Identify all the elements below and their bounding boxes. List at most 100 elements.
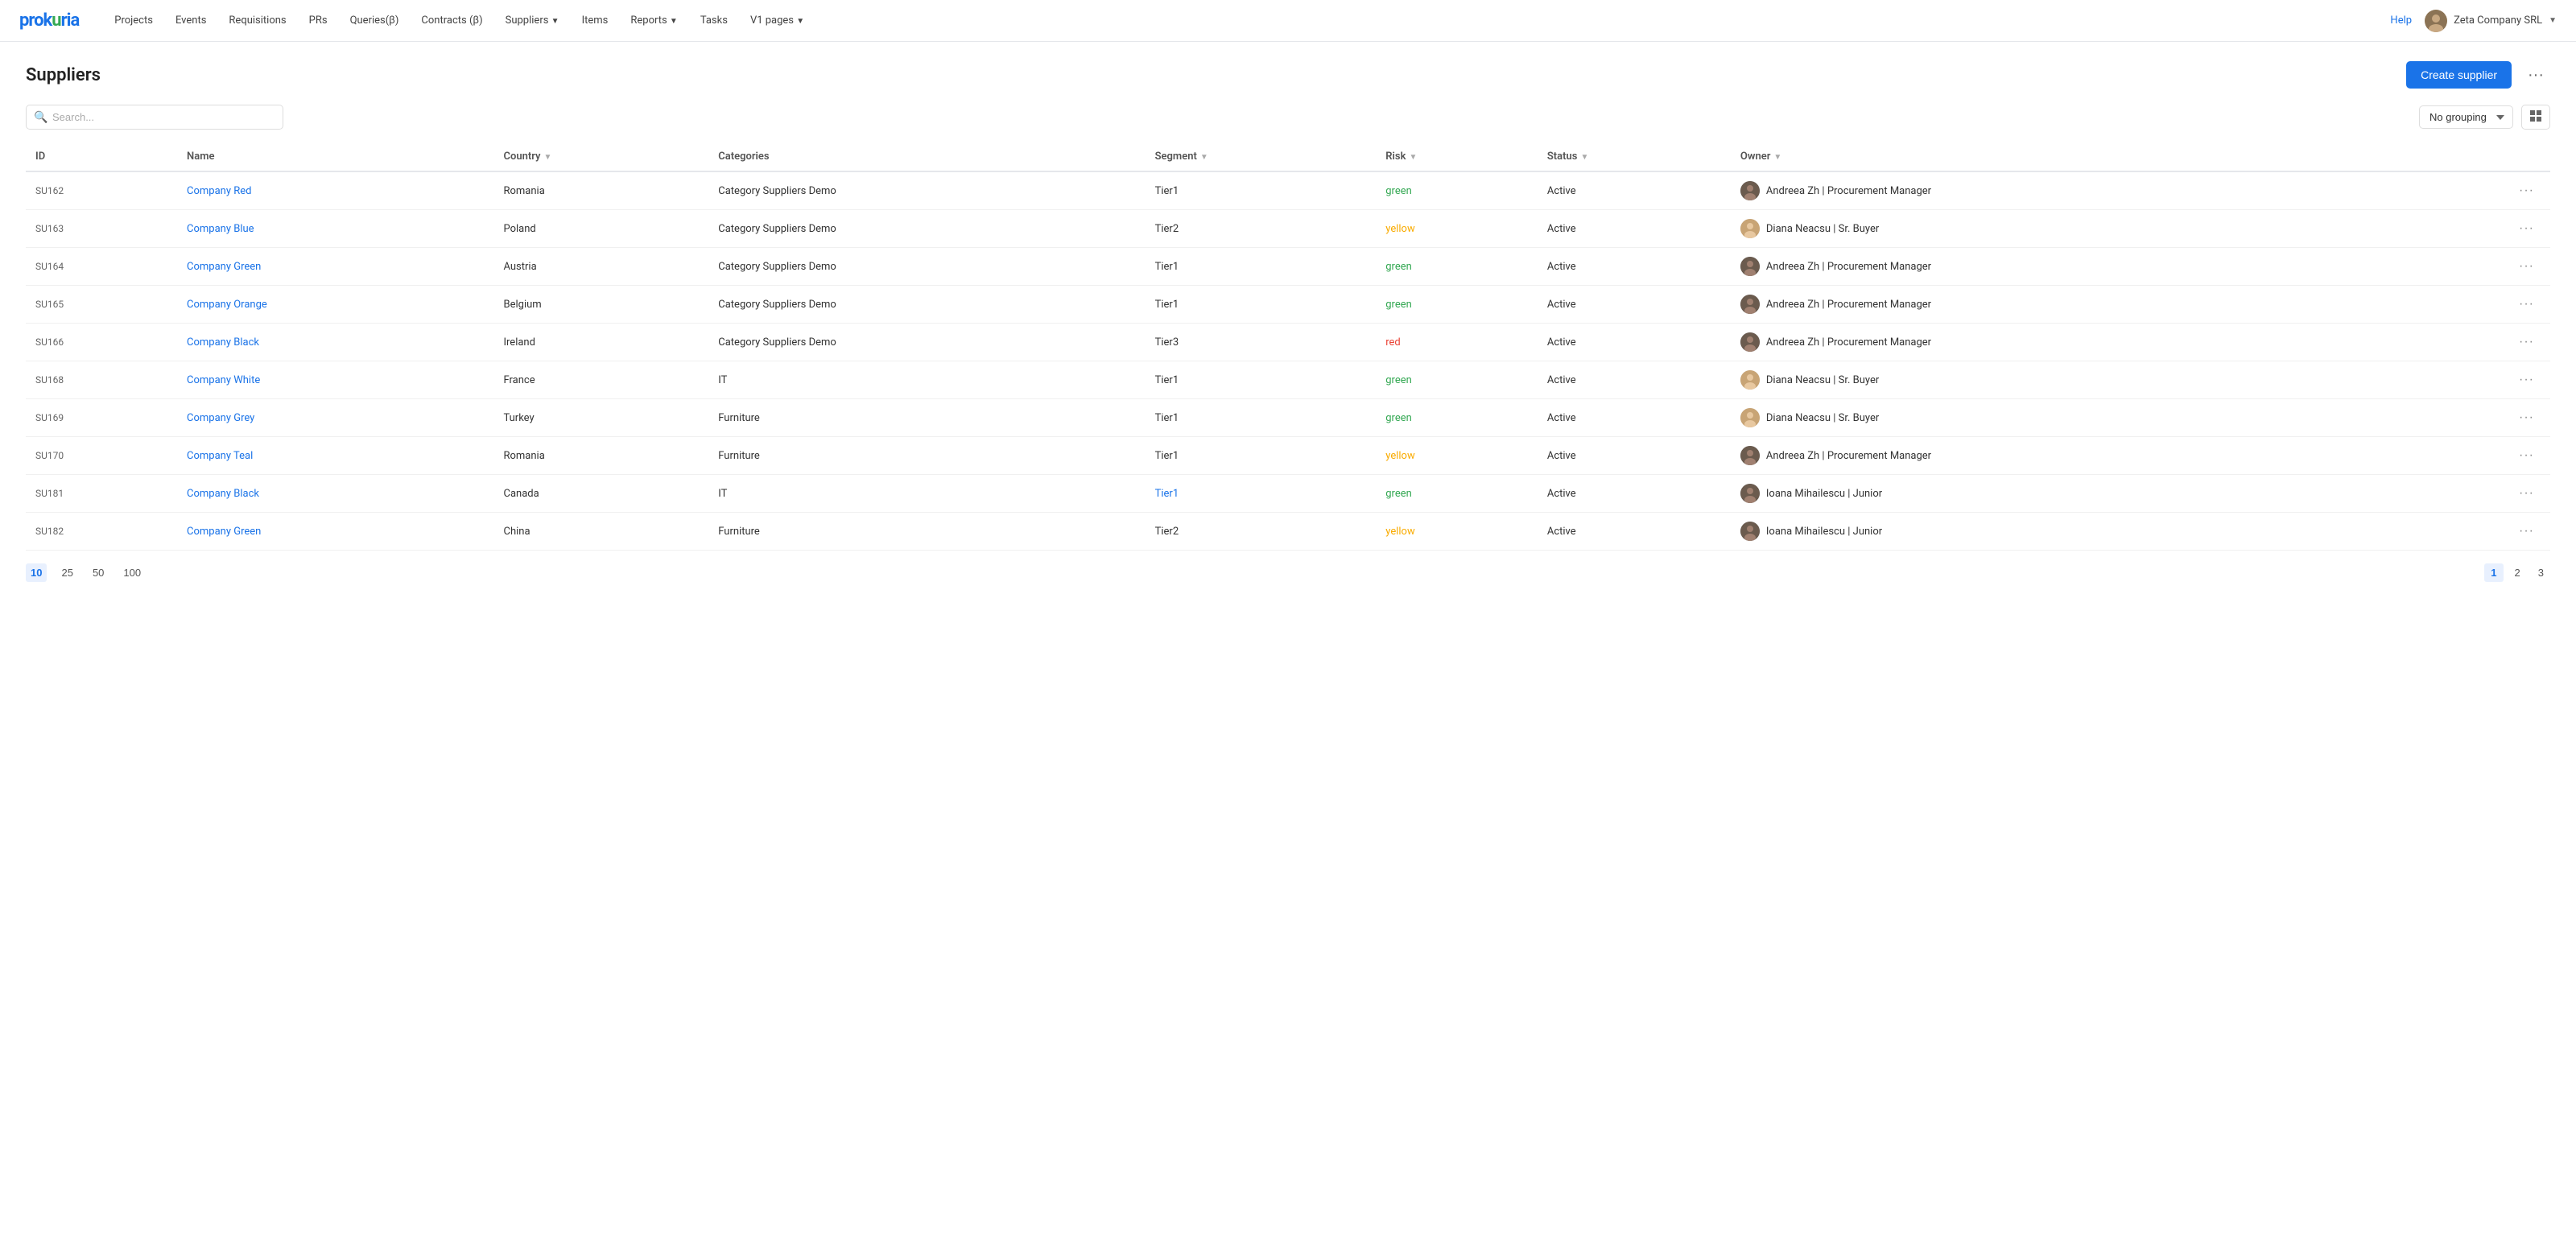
cell-name[interactable]: Company Orange — [177, 286, 493, 324]
segment-link[interactable]: Tier1 — [1155, 488, 1179, 500]
cell-name[interactable]: Company Black — [177, 324, 493, 361]
table-header: IDNameCountry▼CategoriesSegment▼Risk▼Sta… — [26, 142, 2550, 171]
owner-name: Andreea Zh | Procurement Manager — [1766, 299, 1931, 311]
filter-icon-country[interactable]: ▼ — [543, 153, 551, 162]
col-header-categories: Categories — [708, 142, 1145, 171]
toolbar-right: No groupingBy CountryBy SegmentBy Status — [2419, 105, 2550, 130]
filter-icon-owner[interactable]: ▼ — [1773, 153, 1781, 162]
cell-owner: Diana Neacsu | Sr. Buyer — [1731, 210, 2400, 248]
cell-name[interactable]: Company Blue — [177, 210, 493, 248]
row-menu-button[interactable]: ··· — [2512, 218, 2541, 239]
supplier-name-link[interactable]: Company White — [187, 374, 260, 386]
cell-actions[interactable]: ··· — [2399, 210, 2550, 248]
filter-icon-risk[interactable]: ▼ — [1409, 153, 1417, 162]
col-header-country[interactable]: Country▼ — [493, 142, 708, 171]
row-menu-button[interactable]: ··· — [2512, 180, 2541, 201]
page-2-button[interactable]: 2 — [2508, 563, 2527, 582]
cell-segment[interactable]: Tier1 — [1146, 475, 1377, 513]
supplier-name-link[interactable]: Company Green — [187, 526, 261, 538]
cell-id: SU164 — [26, 248, 177, 286]
cell-actions[interactable]: ··· — [2399, 248, 2550, 286]
dropdown-arrow-icon: ▼ — [551, 17, 559, 26]
page-size-50-button[interactable]: 50 — [88, 563, 109, 582]
owner-name: Ioana Mihailescu | Junior — [1766, 488, 1882, 500]
cell-actions[interactable]: ··· — [2399, 399, 2550, 437]
nav-link-events[interactable]: Events — [166, 10, 216, 31]
page-1-button[interactable]: 1 — [2484, 563, 2503, 582]
grouping-select[interactable]: No groupingBy CountryBy SegmentBy Status — [2419, 105, 2513, 129]
cell-actions[interactable]: ··· — [2399, 171, 2550, 210]
page-size-10-button[interactable]: 10 — [26, 563, 47, 582]
cell-name[interactable]: Company Black — [177, 475, 493, 513]
search-input[interactable] — [26, 105, 283, 130]
nav-link-prs[interactable]: PRs — [299, 10, 337, 31]
cell-actions[interactable]: ··· — [2399, 324, 2550, 361]
owner-cell: Ioana Mihailescu | Junior — [1740, 484, 2390, 503]
nav-link-projects[interactable]: Projects — [105, 10, 163, 31]
cell-name[interactable]: Company Grey — [177, 399, 493, 437]
row-menu-button[interactable]: ··· — [2512, 369, 2541, 390]
row-menu-button[interactable]: ··· — [2512, 483, 2541, 504]
cell-categories: Category Suppliers Demo — [708, 324, 1145, 361]
page-size-100-button[interactable]: 100 — [118, 563, 146, 582]
more-options-button[interactable]: ··· — [2521, 63, 2550, 88]
row-menu-button[interactable]: ··· — [2512, 256, 2541, 277]
col-label-country: Country — [503, 151, 540, 163]
filter-icon-status[interactable]: ▼ — [1580, 153, 1588, 162]
cell-name[interactable]: Company Red — [177, 171, 493, 210]
supplier-name-link[interactable]: Company Black — [187, 336, 259, 349]
supplier-name-link[interactable]: Company Blue — [187, 223, 254, 235]
supplier-name-link[interactable]: Company Orange — [187, 299, 267, 311]
nav-link-contracts[interactable]: Contracts (β) — [411, 10, 492, 31]
user-name: Zeta Company SRL — [2454, 14, 2542, 27]
cell-actions[interactable]: ··· — [2399, 513, 2550, 551]
owner-cell: Diana Neacsu | Sr. Buyer — [1740, 408, 2390, 427]
cell-categories: Category Suppliers Demo — [708, 286, 1145, 324]
cell-name[interactable]: Company Teal — [177, 437, 493, 475]
supplier-name-link[interactable]: Company Grey — [187, 412, 254, 424]
nav-link-tasks[interactable]: Tasks — [691, 10, 737, 31]
nav-link-items[interactable]: Items — [572, 10, 618, 31]
cell-actions[interactable]: ··· — [2399, 361, 2550, 399]
page-title: Suppliers — [26, 65, 101, 85]
owner-cell: Diana Neacsu | Sr. Buyer — [1740, 219, 2390, 238]
logo[interactable]: prokuria — [19, 10, 79, 31]
user-profile[interactable]: Zeta Company SRL ▼ — [2425, 10, 2557, 32]
cell-actions[interactable]: ··· — [2399, 437, 2550, 475]
owner-name: Ioana Mihailescu | Junior — [1766, 526, 1882, 538]
nav-link-reports[interactable]: Reports ▼ — [621, 10, 687, 31]
row-menu-button[interactable]: ··· — [2512, 521, 2541, 542]
supplier-name-link[interactable]: Company Red — [187, 185, 251, 197]
row-menu-button[interactable]: ··· — [2512, 445, 2541, 466]
page-size-25-button[interactable]: 25 — [56, 563, 77, 582]
grid-view-button[interactable] — [2521, 105, 2550, 130]
row-menu-button[interactable]: ··· — [2512, 407, 2541, 428]
cell-segment: Tier2 — [1146, 210, 1377, 248]
nav-link-queries[interactable]: Queries(β) — [341, 10, 409, 31]
nav-link-v1pages[interactable]: V1 pages ▼ — [741, 10, 814, 31]
filter-icon-segment[interactable]: ▼ — [1200, 153, 1208, 162]
col-label-id: ID — [35, 151, 45, 163]
row-menu-button[interactable]: ··· — [2512, 294, 2541, 315]
supplier-name-link[interactable]: Company Green — [187, 261, 261, 273]
supplier-name-link[interactable]: Company Black — [187, 488, 259, 500]
cell-name[interactable]: Company White — [177, 361, 493, 399]
owner-cell: Diana Neacsu | Sr. Buyer — [1740, 370, 2390, 390]
cell-actions[interactable]: ··· — [2399, 475, 2550, 513]
nav-link-suppliers[interactable]: Suppliers ▼ — [496, 10, 569, 31]
col-header-owner[interactable]: Owner▼ — [1731, 142, 2400, 171]
col-header-risk[interactable]: Risk▼ — [1376, 142, 1538, 171]
col-header-status[interactable]: Status▼ — [1538, 142, 1731, 171]
cell-actions[interactable]: ··· — [2399, 286, 2550, 324]
create-supplier-button[interactable]: Create supplier — [2406, 61, 2512, 89]
col-header-segment[interactable]: Segment▼ — [1146, 142, 1377, 171]
help-link[interactable]: Help — [2390, 14, 2412, 27]
cell-name[interactable]: Company Green — [177, 513, 493, 551]
nav-links: ProjectsEventsRequisitionsPRsQueries(β)C… — [105, 10, 2390, 31]
row-menu-button[interactable]: ··· — [2512, 332, 2541, 353]
cell-name[interactable]: Company Green — [177, 248, 493, 286]
supplier-name-link[interactable]: Company Teal — [187, 450, 253, 462]
nav-link-requisitions[interactable]: Requisitions — [219, 10, 295, 31]
cell-id: SU166 — [26, 324, 177, 361]
page-3-button[interactable]: 3 — [2532, 563, 2550, 582]
